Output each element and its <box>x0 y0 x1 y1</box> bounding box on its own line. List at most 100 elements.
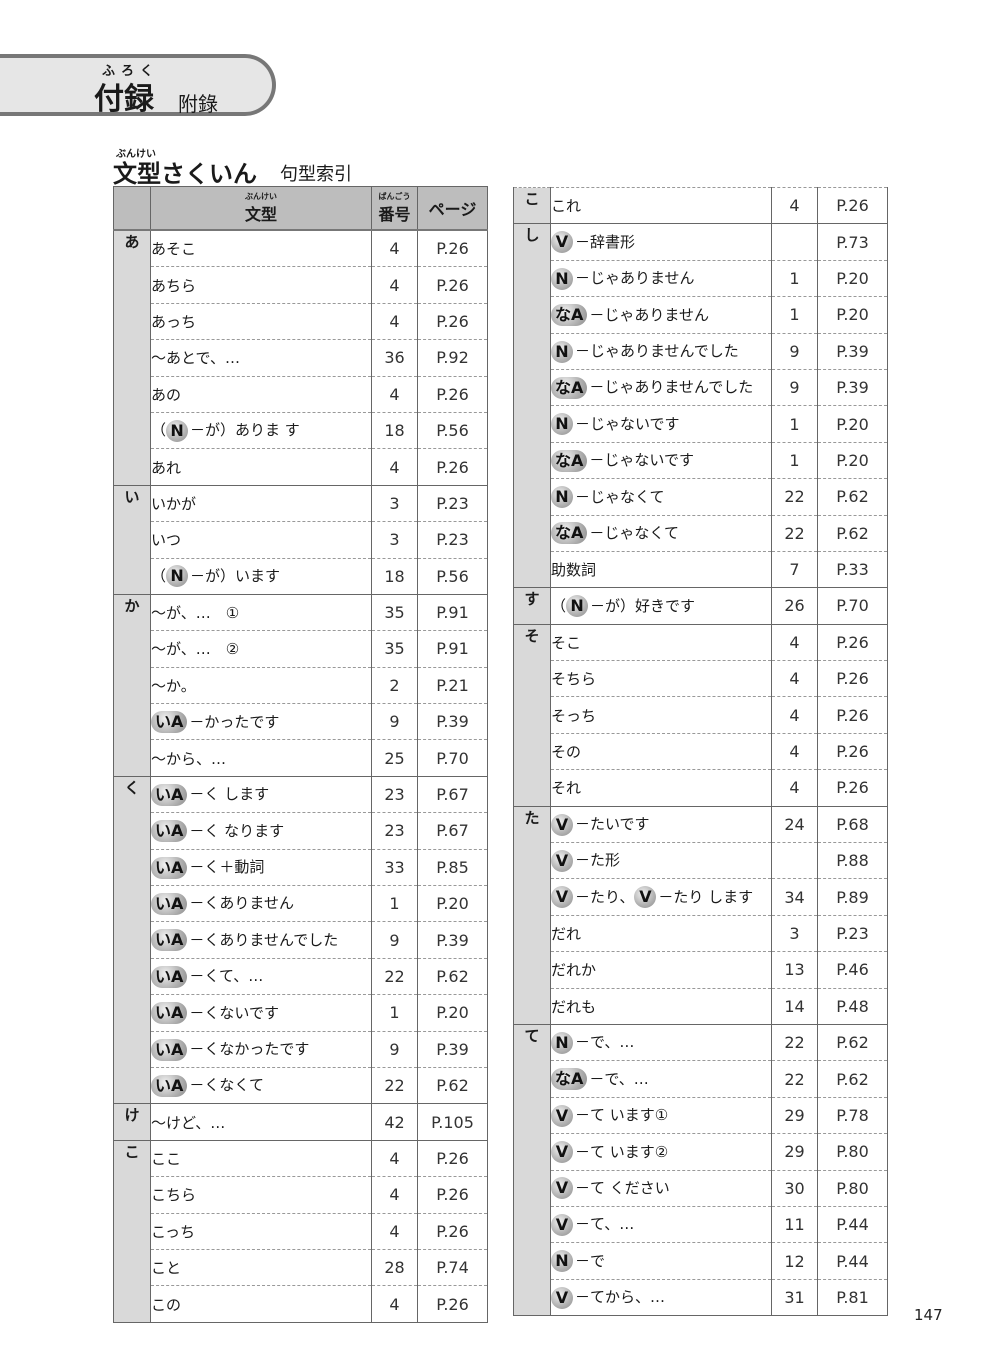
pattern-text: あそこ <box>151 240 197 259</box>
grammar-badge-icon: N <box>551 267 573 290</box>
grammar-badge-icon: N <box>166 419 189 442</box>
table-row: いA －かったです 9 P.39 <box>114 703 488 741</box>
pattern-text: あっち <box>151 312 197 331</box>
table-row: そそこ 4 P.26 <box>513 624 888 807</box>
table-row: し V －辞書形 P.73 <box>513 223 888 589</box>
page-reference: P.23 <box>417 485 488 523</box>
header-pattern: ぶんけい 文型 <box>150 186 372 231</box>
lesson-number: 2 <box>371 667 418 705</box>
paren: （ <box>151 566 167 585</box>
lesson-number: 31 <box>771 1279 818 1317</box>
page-reference: P.26 <box>817 696 888 734</box>
table-row: て N －で、… 22 P.62 <box>513 1024 888 1317</box>
pattern-cell: そちら <box>550 660 772 698</box>
pattern-text: －で、… <box>575 1033 635 1052</box>
grammar-badge-icon: V <box>551 1286 573 1309</box>
page-reference: P.44 <box>817 1242 888 1280</box>
lesson-number: 4 <box>771 660 818 698</box>
header-page: ページ <box>417 186 488 231</box>
pattern-text: いつ <box>151 531 182 550</box>
appendix-tab: ふろく 付録 附錄 <box>0 54 276 117</box>
pattern-text: だれか <box>551 961 597 980</box>
lesson-number: 13 <box>771 951 818 989</box>
page-reference: P.70 <box>417 739 488 777</box>
page-reference: P.26 <box>817 769 888 807</box>
page-reference: P.56 <box>417 412 488 450</box>
pattern-text: －かったです <box>189 712 280 731</box>
pattern-text: －てから、… <box>575 1288 666 1307</box>
lesson-number: 9 <box>371 703 418 741</box>
page-reference: P.48 <box>817 988 888 1025</box>
pattern-text: －く します <box>189 785 270 804</box>
pattern-text: －じゃなくて <box>575 487 665 506</box>
table-row: V －て います① 29 P.78 <box>514 1097 888 1135</box>
pattern-cell: ～が、… ① <box>150 594 372 632</box>
grammar-badge-icon: V <box>551 886 573 909</box>
table-row: いA －くて、… 22 P.62 <box>114 958 488 996</box>
pattern-text: －くありませんでした <box>189 930 339 949</box>
pattern-text: これ <box>551 197 582 216</box>
page-reference: P.20 <box>817 260 888 298</box>
table-row: ああそこ 4 P.26 <box>113 230 488 486</box>
pattern-cell: いA －く します <box>150 776 372 814</box>
lesson-number: 23 <box>371 776 418 814</box>
grammar-badge-icon: なA <box>551 376 588 399</box>
pattern-text: －く＋動詞 <box>189 858 265 877</box>
table-row: ～か。 2 P.21 <box>114 667 488 705</box>
grammar-badge-icon: N <box>551 486 573 509</box>
page-reference: P.20 <box>417 885 488 923</box>
table-row: す（N －が）好きです 26 P.70 <box>513 587 888 625</box>
table-row: （N －が）います 18 P.56 <box>114 558 488 595</box>
table-row: V －たり、 V －たり します 34 P.89 <box>514 878 888 916</box>
lesson-number <box>771 223 818 261</box>
table-row: ここれ 4 P.26 <box>513 187 888 225</box>
pattern-cell: あの <box>150 376 372 413</box>
lesson-number: 4 <box>371 1140 418 1178</box>
pattern-cell: N －で <box>550 1242 772 1280</box>
kana-group-label: け <box>113 1103 151 1141</box>
lesson-number: 30 <box>771 1170 818 1207</box>
table-row: ～あとで、… 36 P.92 <box>114 339 488 377</box>
table-row: いつ 3 P.23 <box>114 521 488 559</box>
pattern-text: －じゃありません <box>589 305 709 324</box>
pattern-cell: その <box>550 733 772 771</box>
page-reference: P.80 <box>817 1170 888 1207</box>
page-number: 147 <box>914 1306 943 1324</box>
page-reference: P.67 <box>417 776 488 814</box>
table-row: ～から、… 25 P.70 <box>114 739 488 777</box>
grammar-badge-icon: いA <box>151 929 188 952</box>
pattern-cell: V －たいです <box>550 806 772 844</box>
pattern-text: －て います① <box>575 1106 669 1125</box>
pattern-cell: なA －じゃありません <box>550 296 772 334</box>
pattern-cell: いA －く＋動詞 <box>150 849 372 887</box>
page-reference: P.80 <box>817 1133 888 1171</box>
table-row: あちら 4 P.26 <box>114 266 488 304</box>
table-row: そっち 4 P.26 <box>514 696 888 734</box>
table-row: 助数詞 7 P.33 <box>514 551 888 589</box>
lesson-number: 4 <box>771 733 818 771</box>
lesson-number: 9 <box>771 333 818 370</box>
lesson-number: 3 <box>371 485 418 523</box>
pattern-text: こちら <box>151 1186 197 1205</box>
pattern-text: あの <box>151 385 182 404</box>
lesson-number: 4 <box>371 1213 418 1250</box>
pattern-cell: ～か。 <box>150 667 372 705</box>
grammar-badge-icon: V <box>634 886 657 909</box>
table-row: V －た形 P.88 <box>514 842 888 880</box>
page-reference: P.62 <box>817 1060 888 1098</box>
pattern-text: そっち <box>551 706 597 725</box>
grammar-badge-icon: いA <box>151 1074 188 1097</box>
lesson-number: 4 <box>371 1285 418 1323</box>
appendix-title: 付録 <box>94 82 154 117</box>
lesson-number: 4 <box>771 769 818 807</box>
table-row: あっち 4 P.26 <box>114 303 488 341</box>
grammar-badge-icon: N <box>566 595 589 618</box>
page-reference: P.62 <box>817 478 888 516</box>
table-row: V －て ください 30 P.80 <box>514 1170 888 1207</box>
lesson-number: 3 <box>371 521 418 559</box>
grammar-badge-icon: なA <box>551 1068 588 1091</box>
pattern-cell: V －て います② <box>550 1133 772 1171</box>
grammar-badge-icon: なA <box>551 304 588 327</box>
header-number-ruby: ばんごう <box>378 191 411 201</box>
page-reference: P.26 <box>417 230 488 268</box>
